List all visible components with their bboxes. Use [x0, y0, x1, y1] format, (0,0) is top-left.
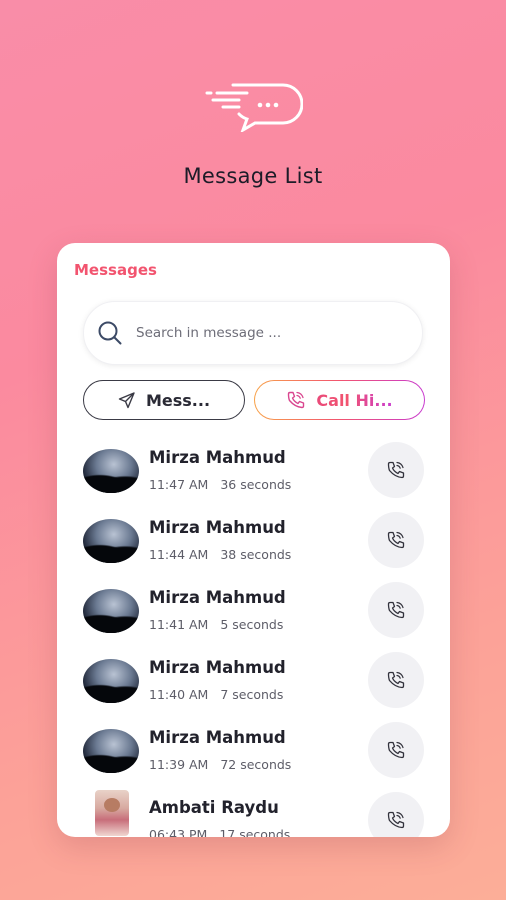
tab-call-history-label: Call Hi... [316, 390, 393, 410]
call-duration: 17 seconds [219, 827, 291, 837]
call-meta: 06:43 PM 17 seconds [149, 827, 290, 837]
call-button[interactable] [368, 582, 424, 638]
call-time: 11:39 AM [149, 757, 209, 772]
send-icon [118, 392, 135, 409]
card-title: Messages [74, 261, 157, 279]
call-row[interactable]: Mirza Mahmud 11:47 AM 36 seconds [57, 440, 450, 510]
phone-icon [387, 811, 405, 829]
call-time: 11:44 AM [149, 547, 209, 562]
call-meta: 11:40 AM 7 seconds [149, 687, 283, 702]
phone-icon [387, 461, 405, 479]
messages-card: Messages Mess... Call Hi... Mirza Mahmud… [57, 243, 450, 837]
phone-icon [387, 531, 405, 549]
call-duration: 7 seconds [220, 687, 284, 702]
phone-icon [288, 391, 305, 409]
avatar [83, 589, 139, 633]
call-list: Mirza Mahmud 11:47 AM 36 seconds Mirza Ma… [57, 440, 450, 837]
contact-name: Mirza Mahmud [149, 448, 286, 467]
phone-icon [387, 671, 405, 689]
contact-name: Mirza Mahmud [149, 658, 286, 677]
avatar [83, 519, 139, 563]
avatar [83, 729, 139, 773]
call-row[interactable]: Mirza Mahmud 11:41 AM 5 seconds [57, 580, 450, 650]
tab-messages[interactable]: Mess... [83, 380, 245, 420]
call-button[interactable] [368, 722, 424, 778]
avatar [83, 449, 139, 493]
call-row[interactable]: Mirza Mahmud 11:40 AM 7 seconds [57, 650, 450, 720]
search-bar[interactable] [83, 301, 423, 365]
contact-name: Mirza Mahmud [149, 588, 286, 607]
app-logo-icon [205, 83, 303, 132]
call-meta: 11:41 AM 5 seconds [149, 617, 283, 632]
search-icon [98, 321, 122, 345]
tab-messages-label: Mess... [145, 390, 211, 410]
call-row[interactable]: Ambati Raydu 06:43 PM 17 seconds [57, 790, 450, 837]
call-time: 11:47 AM [149, 477, 209, 492]
phone-icon [387, 741, 405, 759]
contact-name: Mirza Mahmud [149, 518, 286, 537]
call-row[interactable]: Mirza Mahmud 11:39 AM 72 seconds [57, 720, 450, 790]
tab-call-history[interactable]: Call Hi... [254, 380, 425, 420]
avatar [83, 659, 139, 703]
call-meta: 11:44 AM 38 seconds [149, 547, 291, 562]
call-button[interactable] [368, 792, 424, 837]
phone-icon [387, 601, 405, 619]
avatar [95, 790, 129, 836]
call-button[interactable] [368, 652, 424, 708]
page-title: Message List [183, 164, 323, 188]
call-row[interactable]: Mirza Mahmud 11:44 AM 38 seconds [57, 510, 450, 580]
contact-name: Ambati Raydu [149, 798, 279, 817]
call-button[interactable] [368, 512, 424, 568]
call-duration: 38 seconds [220, 547, 292, 562]
call-meta: 11:47 AM 36 seconds [149, 477, 291, 492]
contact-name: Mirza Mahmud [149, 728, 286, 747]
call-duration: 5 seconds [220, 617, 284, 632]
call-duration: 72 seconds [220, 757, 292, 772]
call-time: 11:40 AM [149, 687, 209, 702]
call-time: 11:41 AM [149, 617, 209, 632]
call-duration: 36 seconds [220, 477, 292, 492]
call-time: 06:43 PM [149, 827, 208, 837]
call-meta: 11:39 AM 72 seconds [149, 757, 291, 772]
call-button[interactable] [368, 442, 424, 498]
search-input[interactable] [136, 325, 396, 341]
